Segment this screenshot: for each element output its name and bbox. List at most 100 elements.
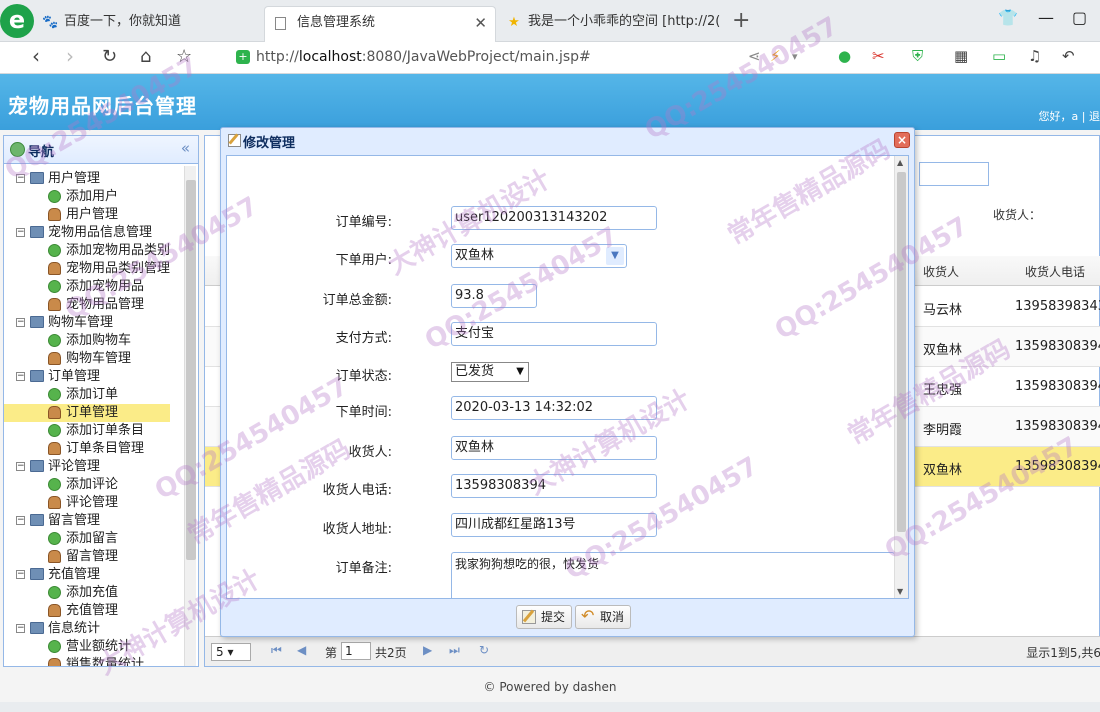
refresh-icon[interactable]: ↻ [102,46,117,67]
page-number-input[interactable]: 1 [341,642,371,660]
field-memo: 订单备注: 我家狗狗想吃的很，快发货 [227,552,897,598]
cancel-button[interactable]: ↶ 取消 [575,605,632,629]
maximize-icon[interactable]: ▢ [1072,8,1087,27]
add-icon [48,424,61,437]
sidebar-group-label: 信息统计 [48,621,101,636]
forward-icon[interactable]: › [66,44,74,68]
folder-icon [30,622,44,634]
headphones-icon[interactable]: ♫ [1028,47,1041,65]
total-label: 订单总金额: [322,293,392,308]
lightning-icon[interactable]: ⚡ [770,47,781,65]
sidebar-group-label: 留言管理 [48,513,101,528]
welcome-text[interactable]: 您好，a | 退 [1039,108,1100,124]
address-input[interactable]: 四川成都红星路13号 [451,513,657,537]
col-receiver[interactable]: 收货人 [923,263,959,280]
receiver-input[interactable]: 双鱼林 [451,436,657,460]
total-input[interactable]: 93.8 [451,284,537,308]
submit-button[interactable]: 提交 [516,605,573,629]
memo-textarea[interactable]: 我家狗狗想吃的很，快发货 [451,552,895,598]
shirt-icon[interactable]: 👕 [998,8,1018,27]
page-size-select[interactable]: 5 ▾ [211,643,251,661]
folder-icon [30,226,44,238]
collapse-toggle-icon[interactable]: − [16,318,25,327]
scroll-thumb[interactable] [897,172,906,532]
minimize-icon[interactable]: — [1038,8,1054,27]
chevron-down-icon[interactable]: ▼ [606,247,624,265]
browser-logo-icon[interactable]: e [0,4,34,38]
dialog-close-button[interactable]: × [894,132,910,148]
field-phone: 收货人电话: 13598308394 [227,474,897,500]
tab-space[interactable]: ★ 我是一个小乖乖的空间 [http://2( [496,6,728,42]
dropdown-icon[interactable]: ▾ [792,50,798,63]
shield-ext-icon[interactable]: ⛨ [912,47,923,65]
collapse-toggle-icon[interactable]: − [16,624,25,633]
sidebar-item-label: 订单管理 [66,405,119,420]
collapse-icon[interactable]: « [181,139,190,157]
user-icon [48,352,61,365]
field-order-no: 订单编号: user120200313143202 [227,206,897,232]
prev-page-icon[interactable]: ◀ [297,643,306,657]
sidebar-scrollbar[interactable] [184,166,196,666]
extension-green-icon[interactable]: ● [838,47,851,65]
collapse-toggle-icon[interactable]: − [16,516,25,525]
url-input[interactable]: + http://localhost:8080/JavaWebProject/m… [228,44,818,70]
collapse-toggle-icon[interactable]: − [16,570,25,579]
order-no-input[interactable]: user120200313143202 [451,206,657,230]
tab-close-icon[interactable]: ✕ [474,7,487,39]
tab-label: 百度一下，你就知道 [64,14,182,29]
back-icon[interactable]: ‹ [32,44,40,68]
new-tab-icon[interactable]: + [732,8,750,33]
bookmark-star-icon[interactable]: ☆ [176,46,192,67]
collapse-toggle-icon[interactable]: − [16,372,25,381]
user-combobox[interactable]: 双鱼林 ▼ [451,244,627,268]
sidebar-item-label: 宠物用品类别管理 [66,261,171,276]
cell-receiver: 双鱼林 [923,463,963,478]
collapse-toggle-icon[interactable]: − [16,174,25,183]
apps-grid-icon[interactable]: ▦ [954,47,968,65]
next-page-icon[interactable]: ▶ [423,643,432,657]
user-icon [48,658,61,666]
scroll-up-icon[interactable]: ▲ [897,158,903,167]
dialog-body: 订单编号: user120200313143202 下单用户: 双鱼林 ▼ 订单… [226,155,909,599]
battery-icon[interactable]: ▭ [992,47,1006,65]
tab-baidu[interactable]: 🐾 百度一下，你就知道 [32,6,260,42]
collapse-toggle-icon[interactable]: − [16,462,25,471]
nav-tree: − 用户管理 添加用户 用户管理 − 宠物用品信息管理 添加宠物用品类别 宠物用品类别管理 添加… [4,166,182,666]
share-icon[interactable]: ⋖ [748,47,761,65]
pay-input[interactable]: 支付宝 [451,322,657,346]
scroll-down-icon[interactable]: ▼ [897,587,903,596]
sidebar-item-label: 添加充值 [66,585,119,600]
dialog-scrollbar[interactable]: ▲ ▼ [894,156,908,598]
dialog-header[interactable]: 修改管理 × [221,128,914,154]
phone-input[interactable]: 13598308394 [451,474,657,498]
scissors-icon[interactable]: ✂ [872,47,885,65]
cell-receiver: 马云林 [923,303,963,318]
status-select[interactable]: 已发货 ▼ [451,362,529,382]
select-arrow-icon: ▼ [516,366,524,377]
cancel-label: 取消 [600,610,625,624]
collapse-toggle-icon[interactable]: − [16,228,25,237]
time-input[interactable]: 2020-03-13 14:32:02 [451,396,657,420]
paw-icon: 🐾 [42,15,59,30]
pay-label: 支付方式: [335,331,392,346]
last-page-icon[interactable]: ⏭ [449,643,460,658]
user-icon [48,496,61,509]
nav-sidebar: 导航 « − 用户管理 添加用户 用户管理 − 宠物用品信息管理 添加宠物用品类别 宠物用品类… [3,135,199,667]
undo-icon[interactable]: ↶ [1062,47,1075,65]
home-icon[interactable]: ⌂ [140,46,151,67]
tab-info-system[interactable]: 信息管理系统 ✕ [264,6,496,42]
col-receiver-phone[interactable]: 收货人电话 [1025,263,1085,280]
sidebar-title: 导航 [28,145,55,160]
add-icon [48,334,61,347]
cell-receiver: 李明霞 [923,423,963,438]
search-input[interactable] [919,162,989,186]
scroll-thumb[interactable] [186,180,196,560]
cell-receiver-phone: 13598308394 [1015,419,1100,434]
sidebar-item-label: 添加用户 [66,189,119,204]
reload-icon[interactable]: ↻ [479,643,489,657]
grid-pager: 5 ▾ ⏮ ◀ 第 1 共2页 ▶ ⏭ ↻ 显示1到5,共6 [205,636,1100,666]
sidebar-header: 导航 « [4,136,198,164]
folder-icon [30,172,44,184]
sidebar-item[interactable]: 订单管理 [4,404,170,422]
first-page-icon[interactable]: ⏮ [271,643,282,658]
